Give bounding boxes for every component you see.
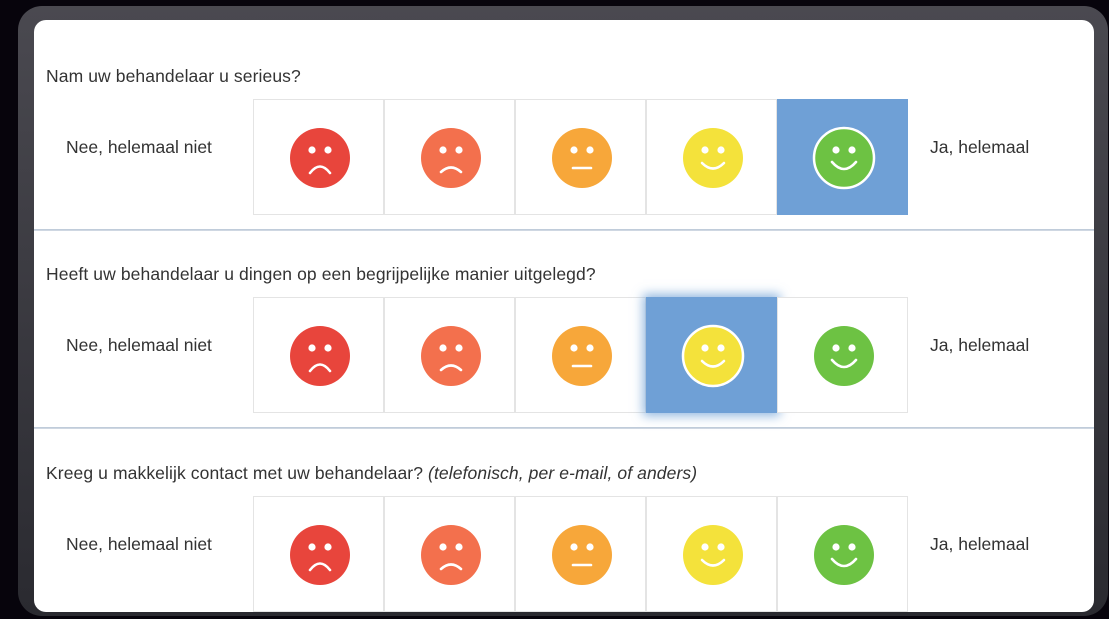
rating-option-2[interactable] xyxy=(384,496,515,612)
question-title: Kreeg u makkelijk contact met uw behande… xyxy=(46,463,698,483)
scale-min-label: Nee, helemaal niet xyxy=(66,534,212,554)
scale-max-label: Ja, helemaal xyxy=(930,534,1030,554)
rating-option-3[interactable] xyxy=(515,297,646,413)
scale-max-label: Ja, helemaal xyxy=(930,335,1030,355)
scale-min-label: Nee, helemaal niet xyxy=(66,137,212,157)
question-2: Heeft uw behandelaar u dingen op een beg… xyxy=(34,218,1094,414)
rating-option-3[interactable] xyxy=(515,99,646,215)
rating-option-2[interactable] xyxy=(384,99,515,215)
question-title: Nam uw behandelaar u serieus? xyxy=(46,66,301,86)
question-3: Kreeg u makkelijk contact met uw behande… xyxy=(34,417,1094,612)
rating-option-5[interactable] xyxy=(777,496,908,612)
rating-option-2[interactable] xyxy=(384,297,515,413)
survey-panel: Nam uw behandelaar u serieus? Nee, helem… xyxy=(34,20,1094,612)
rating-option-1[interactable] xyxy=(253,99,384,215)
rating-option-4[interactable] xyxy=(646,99,777,215)
scale-min-label: Nee, helemaal niet xyxy=(66,335,212,355)
rating-option-5[interactable] xyxy=(777,297,908,413)
scale-max-label: Ja, helemaal xyxy=(930,137,1030,157)
rating-option-1[interactable] xyxy=(253,496,384,612)
rating-option-4[interactable] xyxy=(646,496,777,612)
rating-option-3[interactable] xyxy=(515,496,646,612)
question-1: Nam uw behandelaar u serieus? Nee, helem… xyxy=(34,20,1094,216)
rating-option-4[interactable] xyxy=(646,297,777,413)
rating-option-5[interactable] xyxy=(777,99,908,215)
question-title: Heeft uw behandelaar u dingen op een beg… xyxy=(46,264,596,284)
rating-option-1[interactable] xyxy=(253,297,384,413)
